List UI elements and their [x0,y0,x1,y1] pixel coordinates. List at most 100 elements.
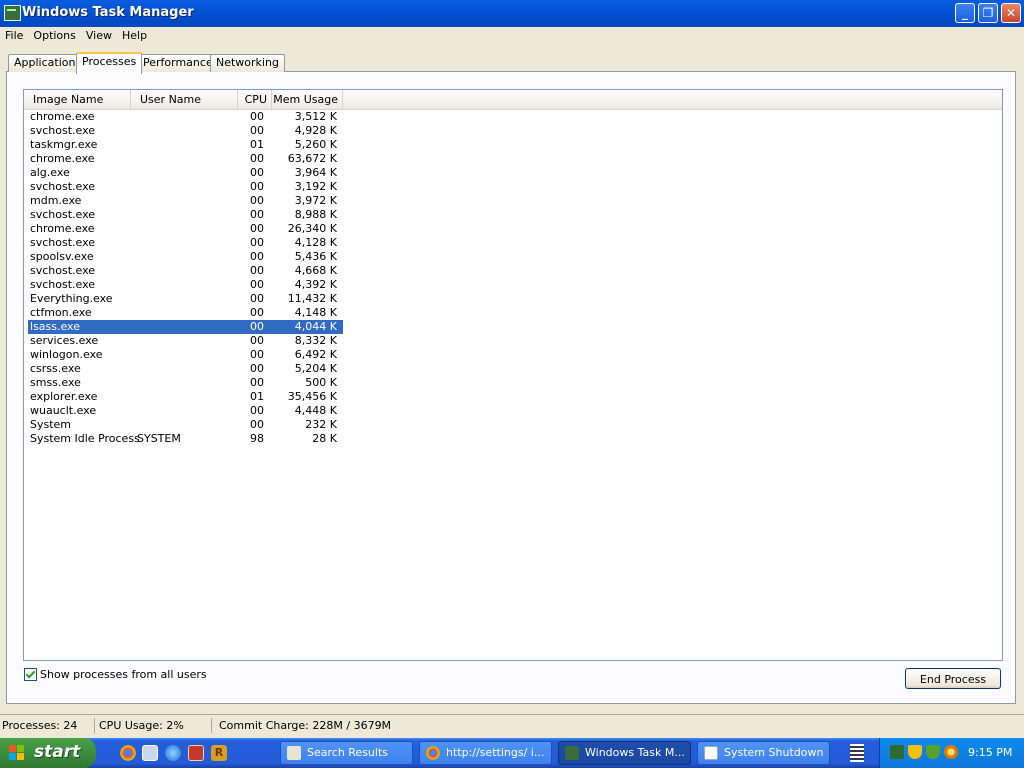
status-bar: Processes: 24 CPU Usage: 2% Commit Charg… [0,714,1024,735]
menu-bar: File Options View Help [0,27,1024,45]
table-row[interactable]: alg.exe 00 3,964 K [24,166,1002,180]
process-mem: 500 K [305,376,337,389]
table-row[interactable]: mdm.exe 00 3,972 K [24,194,1002,208]
taskbar: start R Search Results http://settings/ … [0,738,1024,768]
table-row[interactable]: winlogon.exe 00 6,492 K [24,348,1002,362]
process-name: chrome.exe [30,222,95,235]
quicklaunch-chrome-icon[interactable] [120,745,136,761]
table-row[interactable]: svchost.exe 00 4,668 K [24,264,1002,278]
process-list[interactable]: Image Name User Name CPU Mem Usage chrom… [23,89,1003,661]
table-row[interactable]: svchost.exe 00 4,128 K [24,236,1002,250]
system-tray: 9:15 PM [879,738,1024,768]
list-header: Image Name User Name CPU Mem Usage [24,90,1002,110]
taskbar-button-chrome[interactable]: http://settings/ i... [419,741,552,765]
process-mem: 28 K [312,432,337,445]
process-name: svchost.exe [30,264,96,277]
table-row[interactable]: csrss.exe 00 5,204 K [24,362,1002,376]
process-name: svchost.exe [30,236,96,249]
network-icon[interactable] [926,745,940,759]
process-mem: 3,192 K [294,180,337,193]
table-row[interactable]: svchost.exe 00 4,928 K [24,124,1002,138]
process-mem: 4,928 K [294,124,337,137]
table-row[interactable]: chrome.exe 00 3,512 K [24,110,1002,124]
quicklaunch-r-icon[interactable]: R [211,745,227,761]
close-button[interactable]: ✕ [1001,3,1021,23]
table-row[interactable]: Everything.exe 00 11,432 K [24,292,1002,306]
tab-processes[interactable]: Processes [76,52,143,74]
checkbox-checked-icon[interactable] [24,668,37,681]
table-row[interactable]: svchost.exe 00 8,988 K [24,208,1002,222]
table-row[interactable]: System 00 232 K [24,418,1002,432]
table-row[interactable]: taskmgr.exe 01 5,260 K [24,138,1002,152]
process-mem: 6,492 K [294,348,337,361]
clock[interactable]: 9:15 PM [968,746,1012,759]
column-mem-usage[interactable]: Mem Usage [272,90,343,109]
end-process-button[interactable]: End Process [905,668,1001,689]
process-name: services.exe [30,334,99,347]
process-name: chrome.exe [30,152,95,165]
menu-view[interactable]: View [81,27,117,42]
table-row[interactable]: System Idle Process SYSTEM 98 28 K [24,432,1002,446]
column-cpu[interactable]: CPU [238,90,272,109]
taskbar-button-label: System Shutdown [724,746,824,759]
menu-help[interactable]: Help [117,27,152,42]
process-name: mdm.exe [30,194,82,207]
tab-performance[interactable]: Performance [137,54,219,72]
table-row[interactable]: explorer.exe 01 35,456 K [24,390,1002,404]
process-name: System Idle Process [30,432,140,445]
status-processes: Processes: 24 [0,718,95,733]
process-rows: chrome.exe 00 3,512 K svchost.exe 00 4,928 Kt… [24,110,1002,446]
start-button[interactable]: start [0,738,96,768]
table-row[interactable]: svchost.exe 00 3,192 K [24,180,1002,194]
tab-networking[interactable]: Networking [210,54,285,72]
taskbar-button-task-manager[interactable]: Windows Task M... [558,741,691,765]
process-cpu: 00 [250,110,264,123]
taskbar-button-label: http://settings/ i... [446,746,545,759]
chrome-icon [426,746,440,760]
process-mem: 3,972 K [294,194,337,207]
process-cpu: 00 [250,180,264,193]
process-cpu: 00 [250,376,264,389]
table-row[interactable]: svchost.exe 00 4,392 K [24,278,1002,292]
table-row[interactable]: lsass.exe 00 4,044 K [24,320,1002,334]
table-row[interactable]: wuauclt.exe 00 4,448 K [24,404,1002,418]
column-image-name[interactable]: Image Name [24,90,131,109]
maximize-button[interactable]: ❐ [978,3,998,23]
window-icon [704,746,718,760]
process-cpu: 00 [250,250,264,263]
task-manager-icon [565,746,579,760]
table-row[interactable]: ctfmon.exe 00 4,148 K [24,306,1002,320]
process-mem: 4,128 K [294,236,337,249]
search-icon[interactable] [944,745,958,759]
taskbar-button-search-results[interactable]: Search Results [280,741,413,765]
quicklaunch-app-icon[interactable] [188,745,204,761]
process-mem: 35,456 K [287,390,337,403]
title-bar[interactable]: Windows Task Manager _ ❐ ✕ [0,0,1024,27]
quicklaunch-show-desktop-icon[interactable] [142,745,158,761]
process-name: alg.exe [30,166,70,179]
security-shield-icon[interactable] [908,745,922,759]
keyboard-language-icon[interactable] [850,744,864,762]
process-cpu: 00 [250,320,264,333]
tray-app-icon[interactable] [890,745,904,759]
column-user-name[interactable]: User Name [131,90,238,109]
table-row[interactable]: spoolsv.exe 00 5,436 K [24,250,1002,264]
minimize-button[interactable]: _ [955,3,975,23]
table-row[interactable]: chrome.exe 00 26,340 K [24,222,1002,236]
windows-logo-icon [9,745,26,761]
process-mem: 5,204 K [294,362,337,375]
process-cpu: 00 [250,124,264,137]
taskbar-button-system-shutdown[interactable]: System Shutdown [697,741,830,765]
table-row[interactable]: smss.exe 00 500 K [24,376,1002,390]
process-name: csrss.exe [30,362,81,375]
process-cpu: 00 [250,334,264,347]
process-mem: 11,432 K [287,292,337,305]
process-name: svchost.exe [30,208,96,221]
process-mem: 4,044 K [294,320,337,333]
quicklaunch-internet-explorer-icon[interactable] [165,745,181,761]
menu-options[interactable]: Options [28,27,80,42]
process-cpu: 00 [250,404,264,417]
menu-file[interactable]: File [0,27,28,42]
table-row[interactable]: services.exe 00 8,332 K [24,334,1002,348]
table-row[interactable]: chrome.exe 00 63,672 K [24,152,1002,166]
